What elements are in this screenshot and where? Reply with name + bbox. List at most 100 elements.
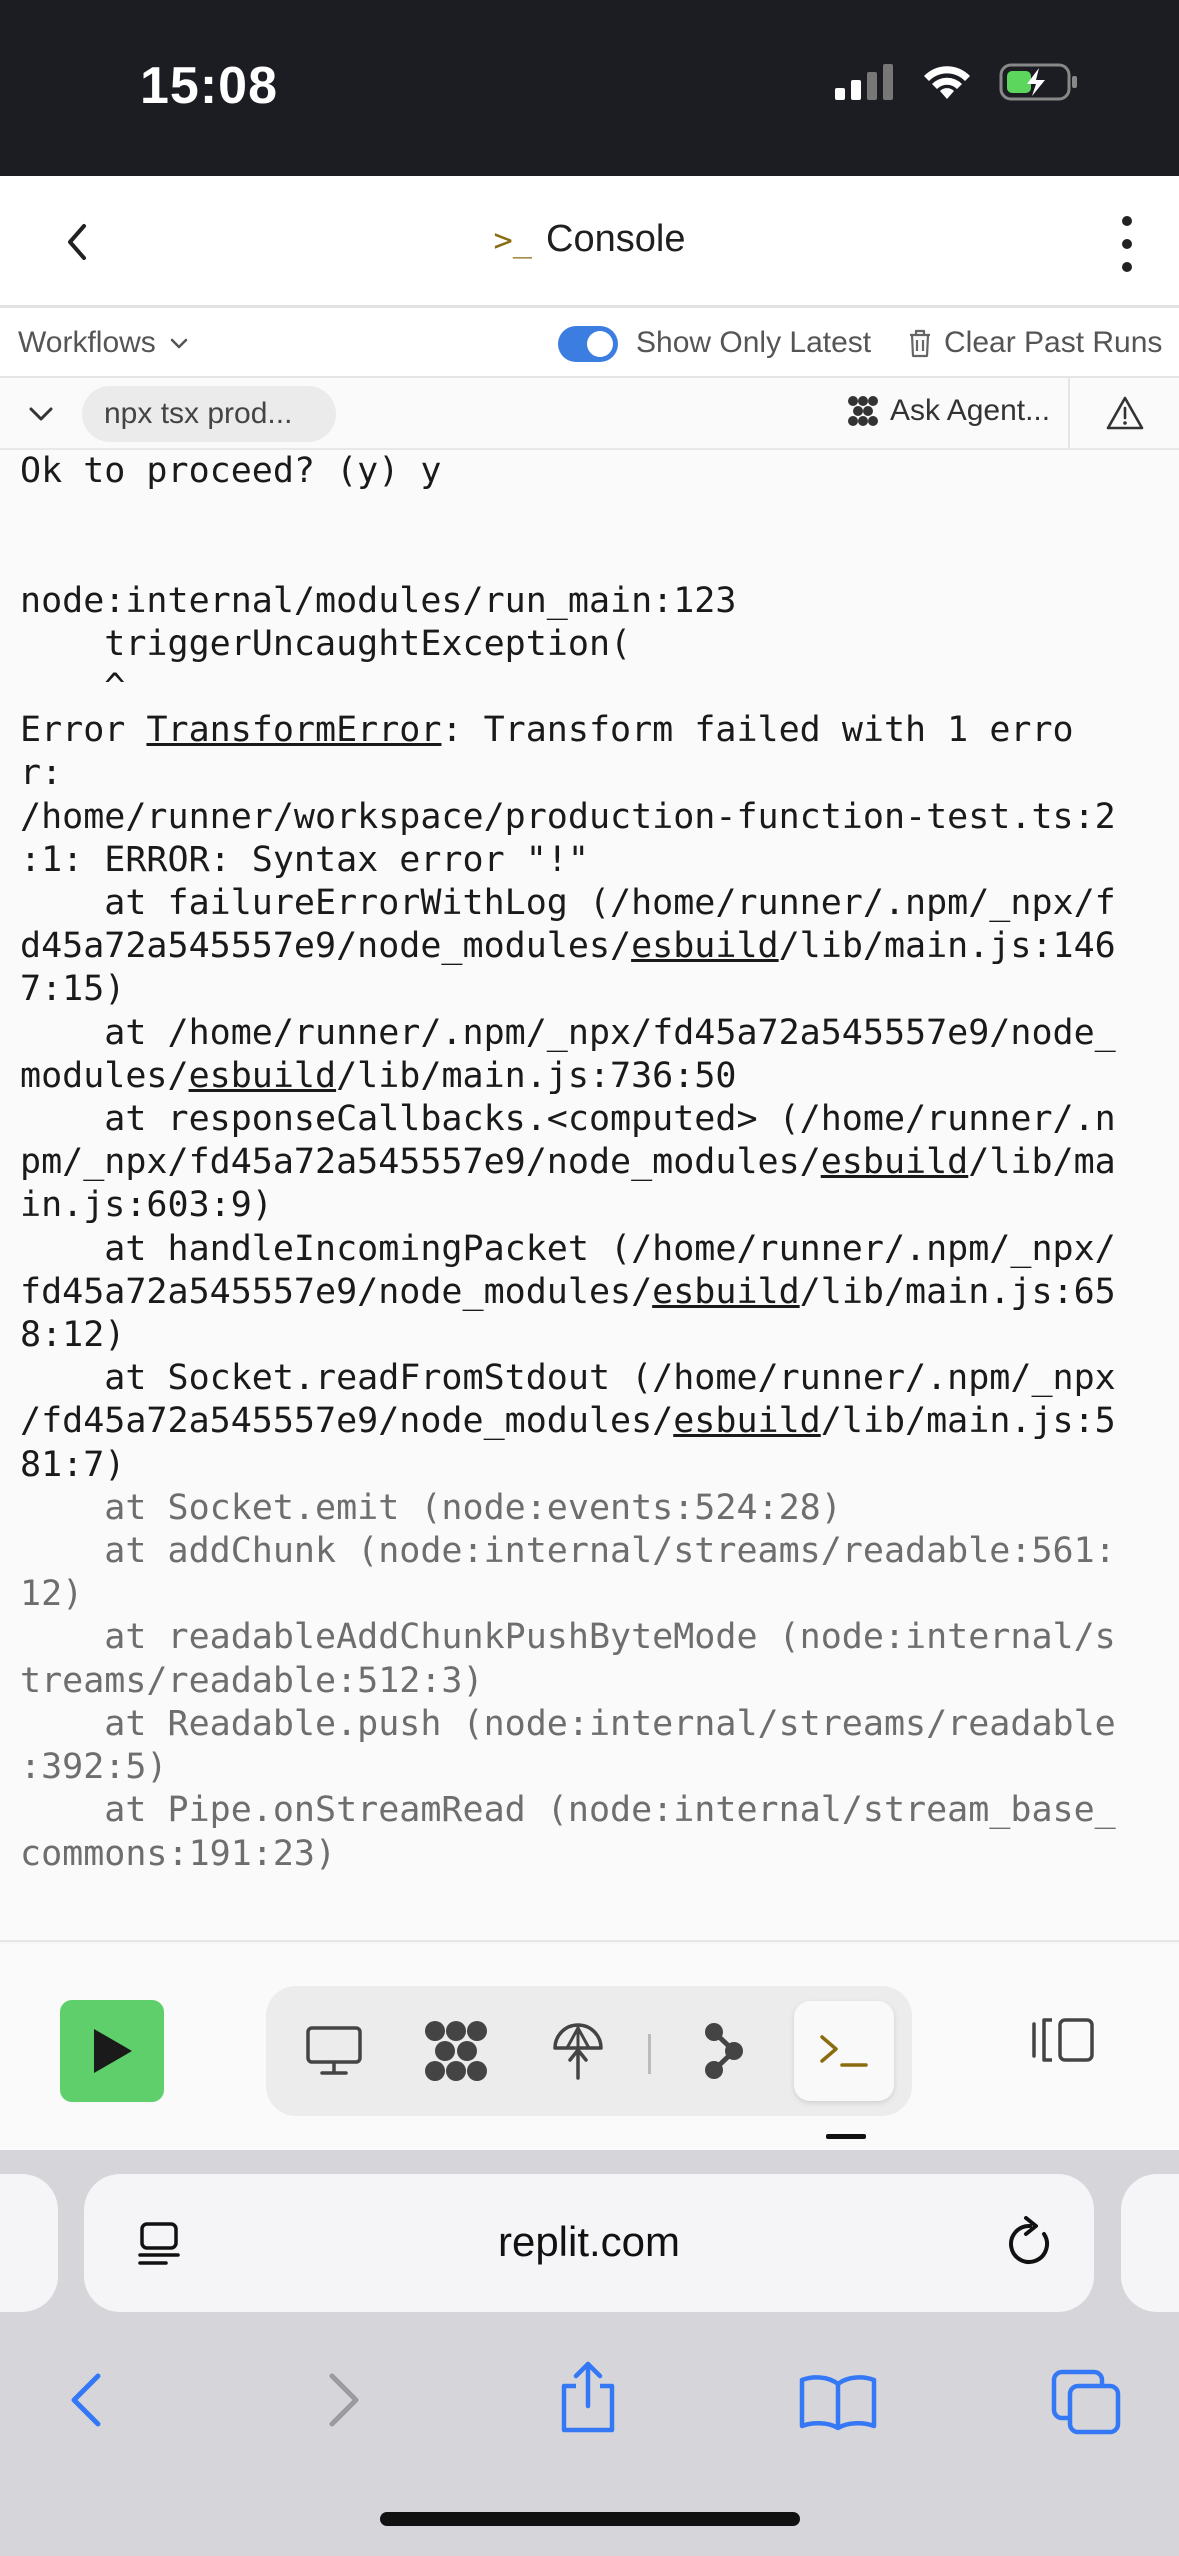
console-line: at Socket.emit (node:events:524:28) xyxy=(20,1487,842,1528)
browser-toolbar xyxy=(0,2350,1179,2450)
console-link[interactable]: esbuild xyxy=(631,926,779,966)
console-line: in.js:603:9) xyxy=(20,1185,273,1226)
console-link[interactable]: esbuild xyxy=(189,1056,337,1096)
tab-deployments[interactable] xyxy=(528,2001,628,2101)
console-line: ^ xyxy=(20,667,126,708)
collapse-chevron-icon[interactable] xyxy=(26,402,56,426)
forward-arrow-icon[interactable] xyxy=(318,2370,368,2430)
console-line: fd45a72a545557e9/node_modules/esbuild/li… xyxy=(20,1271,1116,1312)
console-link[interactable]: esbuild xyxy=(652,1272,800,1312)
console-line: :392:5) xyxy=(20,1747,168,1788)
command-pill[interactable]: npx tsx prod... xyxy=(82,386,336,442)
console-line: /fd45a72a545557e9/node_modules/esbuild/l… xyxy=(20,1401,1116,1442)
warning-icon xyxy=(1106,396,1143,430)
console-link[interactable]: TransformError xyxy=(146,710,441,750)
ask-agent-button[interactable]: Ask Agent... xyxy=(846,394,1050,428)
console-line: 8:12) xyxy=(20,1315,126,1356)
console-line: at addChunk (node:internal/streams/reada… xyxy=(20,1531,1116,1572)
workflows-bar: Workflows Show Only Latest Clear Past Ru… xyxy=(0,308,1179,378)
console-line: /home/runner/workspace/production-functi… xyxy=(20,796,1116,837)
console-line: at Socket.readFromStdout (/home/runner/.… xyxy=(20,1358,1116,1399)
console-line: treams/readable:512:3) xyxy=(20,1660,484,1701)
status-bar: 15:08 xyxy=(0,0,1179,176)
console-line: at Pipe.onStreamRead (node:internal/stre… xyxy=(20,1790,1116,1831)
clear-past-runs-label: Clear Past Runs xyxy=(944,326,1163,359)
page-title: >_ Console xyxy=(0,218,1179,261)
console-line: 7:15) xyxy=(20,969,126,1010)
console-line: Ok to proceed? (y) y xyxy=(20,451,442,491)
layout-toggle-button[interactable] xyxy=(1030,2014,1096,2071)
console-line: 81:7) xyxy=(20,1444,126,1485)
clear-past-runs-button[interactable]: Clear Past Runs xyxy=(906,326,1162,360)
sidebar-panel-icon xyxy=(1032,2018,1094,2062)
console-line: Error TransformError: Transform failed w… xyxy=(20,710,1074,751)
tab-separator xyxy=(648,2034,651,2074)
console-line: commons:191:23) xyxy=(20,1833,337,1874)
tab-console[interactable] xyxy=(794,2001,894,2101)
command-bar: npx tsx prod... Ask Agent... xyxy=(0,378,1179,450)
active-tab-indicator xyxy=(826,2134,866,2139)
console-line: at handleIncomingPacket (/home/runner/.n… xyxy=(20,1228,1116,1269)
console-line: 12) xyxy=(20,1574,84,1615)
console-line: d45a72a545557e9/node_modules/esbuild/lib… xyxy=(20,926,1116,967)
terminal-prompt-icon: >_ xyxy=(493,221,533,259)
dot xyxy=(1122,239,1132,249)
battery-charging-icon xyxy=(999,63,1077,101)
home-indicator xyxy=(380,2512,800,2526)
console-line: r: xyxy=(20,753,63,794)
url-text: replit.com xyxy=(497,2218,681,2265)
dot xyxy=(1122,262,1132,272)
trash-icon xyxy=(910,329,930,358)
workflows-label: Workflows xyxy=(18,326,156,359)
next-tab-preview[interactable] xyxy=(1121,2174,1179,2312)
status-time: 15:08 xyxy=(140,57,278,115)
console-output[interactable]: Ok to proceed? (y) y node:internal/modul… xyxy=(0,450,1179,1942)
share-icon[interactable] xyxy=(556,2358,620,2434)
console-link[interactable]: esbuild xyxy=(673,1401,821,1441)
address-bar[interactable]: replit.com xyxy=(84,2174,1094,2312)
status-icons xyxy=(835,62,1079,102)
browser-chrome: replit.com xyxy=(0,2150,1179,2556)
console-line: node:internal/modules/run_main:123 xyxy=(20,580,737,621)
git-icon xyxy=(705,2023,743,2079)
agent-icon xyxy=(425,2021,487,2081)
wifi-icon xyxy=(924,66,970,99)
agent-icon xyxy=(848,396,878,426)
tab-preview[interactable] xyxy=(284,2001,384,2101)
bottom-toolbar xyxy=(0,1944,1179,2150)
console-log: Ok to proceed? (y) y node:internal/modul… xyxy=(0,450,1179,1876)
page-title-text: Console xyxy=(546,218,686,260)
console-line: at Readable.push (node:internal/streams/… xyxy=(20,1703,1116,1744)
console-line: triggerUncaughtException( xyxy=(20,623,632,664)
warning-button[interactable] xyxy=(1068,378,1179,448)
previous-tab-preview[interactable] xyxy=(0,2174,58,2312)
run-button[interactable] xyxy=(60,2000,164,2102)
console-line: pm/_npx/fd45a72a545557e9/node_modules/es… xyxy=(20,1142,1116,1183)
deploy-icon xyxy=(553,2023,603,2080)
more-options-button[interactable] xyxy=(1115,216,1139,272)
console-line: at readableAddChunkPushByteMode (node:in… xyxy=(20,1617,1116,1658)
show-only-latest-toggle[interactable] xyxy=(558,326,618,362)
reload-icon[interactable] xyxy=(1004,2214,1056,2270)
tool-tabs xyxy=(266,1986,912,2116)
bookmarks-icon[interactable] xyxy=(798,2372,878,2432)
signal-icon xyxy=(835,64,893,100)
workflows-dropdown[interactable]: Workflows xyxy=(18,326,190,360)
console-link[interactable]: esbuild xyxy=(821,1142,969,1182)
ask-agent-label: Ask Agent... xyxy=(890,394,1051,427)
console-icon xyxy=(820,2035,868,2067)
app-header: >_ Console xyxy=(0,176,1179,308)
tab-git[interactable] xyxy=(674,2001,774,2101)
console-line: at responseCallbacks.<computed> (/home/r… xyxy=(20,1099,1116,1140)
tab-agent[interactable] xyxy=(406,2001,506,2101)
tabs-icon[interactable] xyxy=(1050,2368,1124,2438)
show-only-latest-label: Show Only Latest xyxy=(636,326,872,359)
back-arrow-icon[interactable] xyxy=(62,2370,112,2430)
dot xyxy=(1122,216,1132,226)
console-line: :1: ERROR: Syntax error "!" xyxy=(20,839,589,880)
console-line: at failureErrorWithLog (/home/runner/.np… xyxy=(20,883,1116,924)
console-line: at /home/runner/.npm/_npx/fd45a72a545557… xyxy=(20,1012,1116,1053)
monitor-icon xyxy=(306,2026,362,2075)
